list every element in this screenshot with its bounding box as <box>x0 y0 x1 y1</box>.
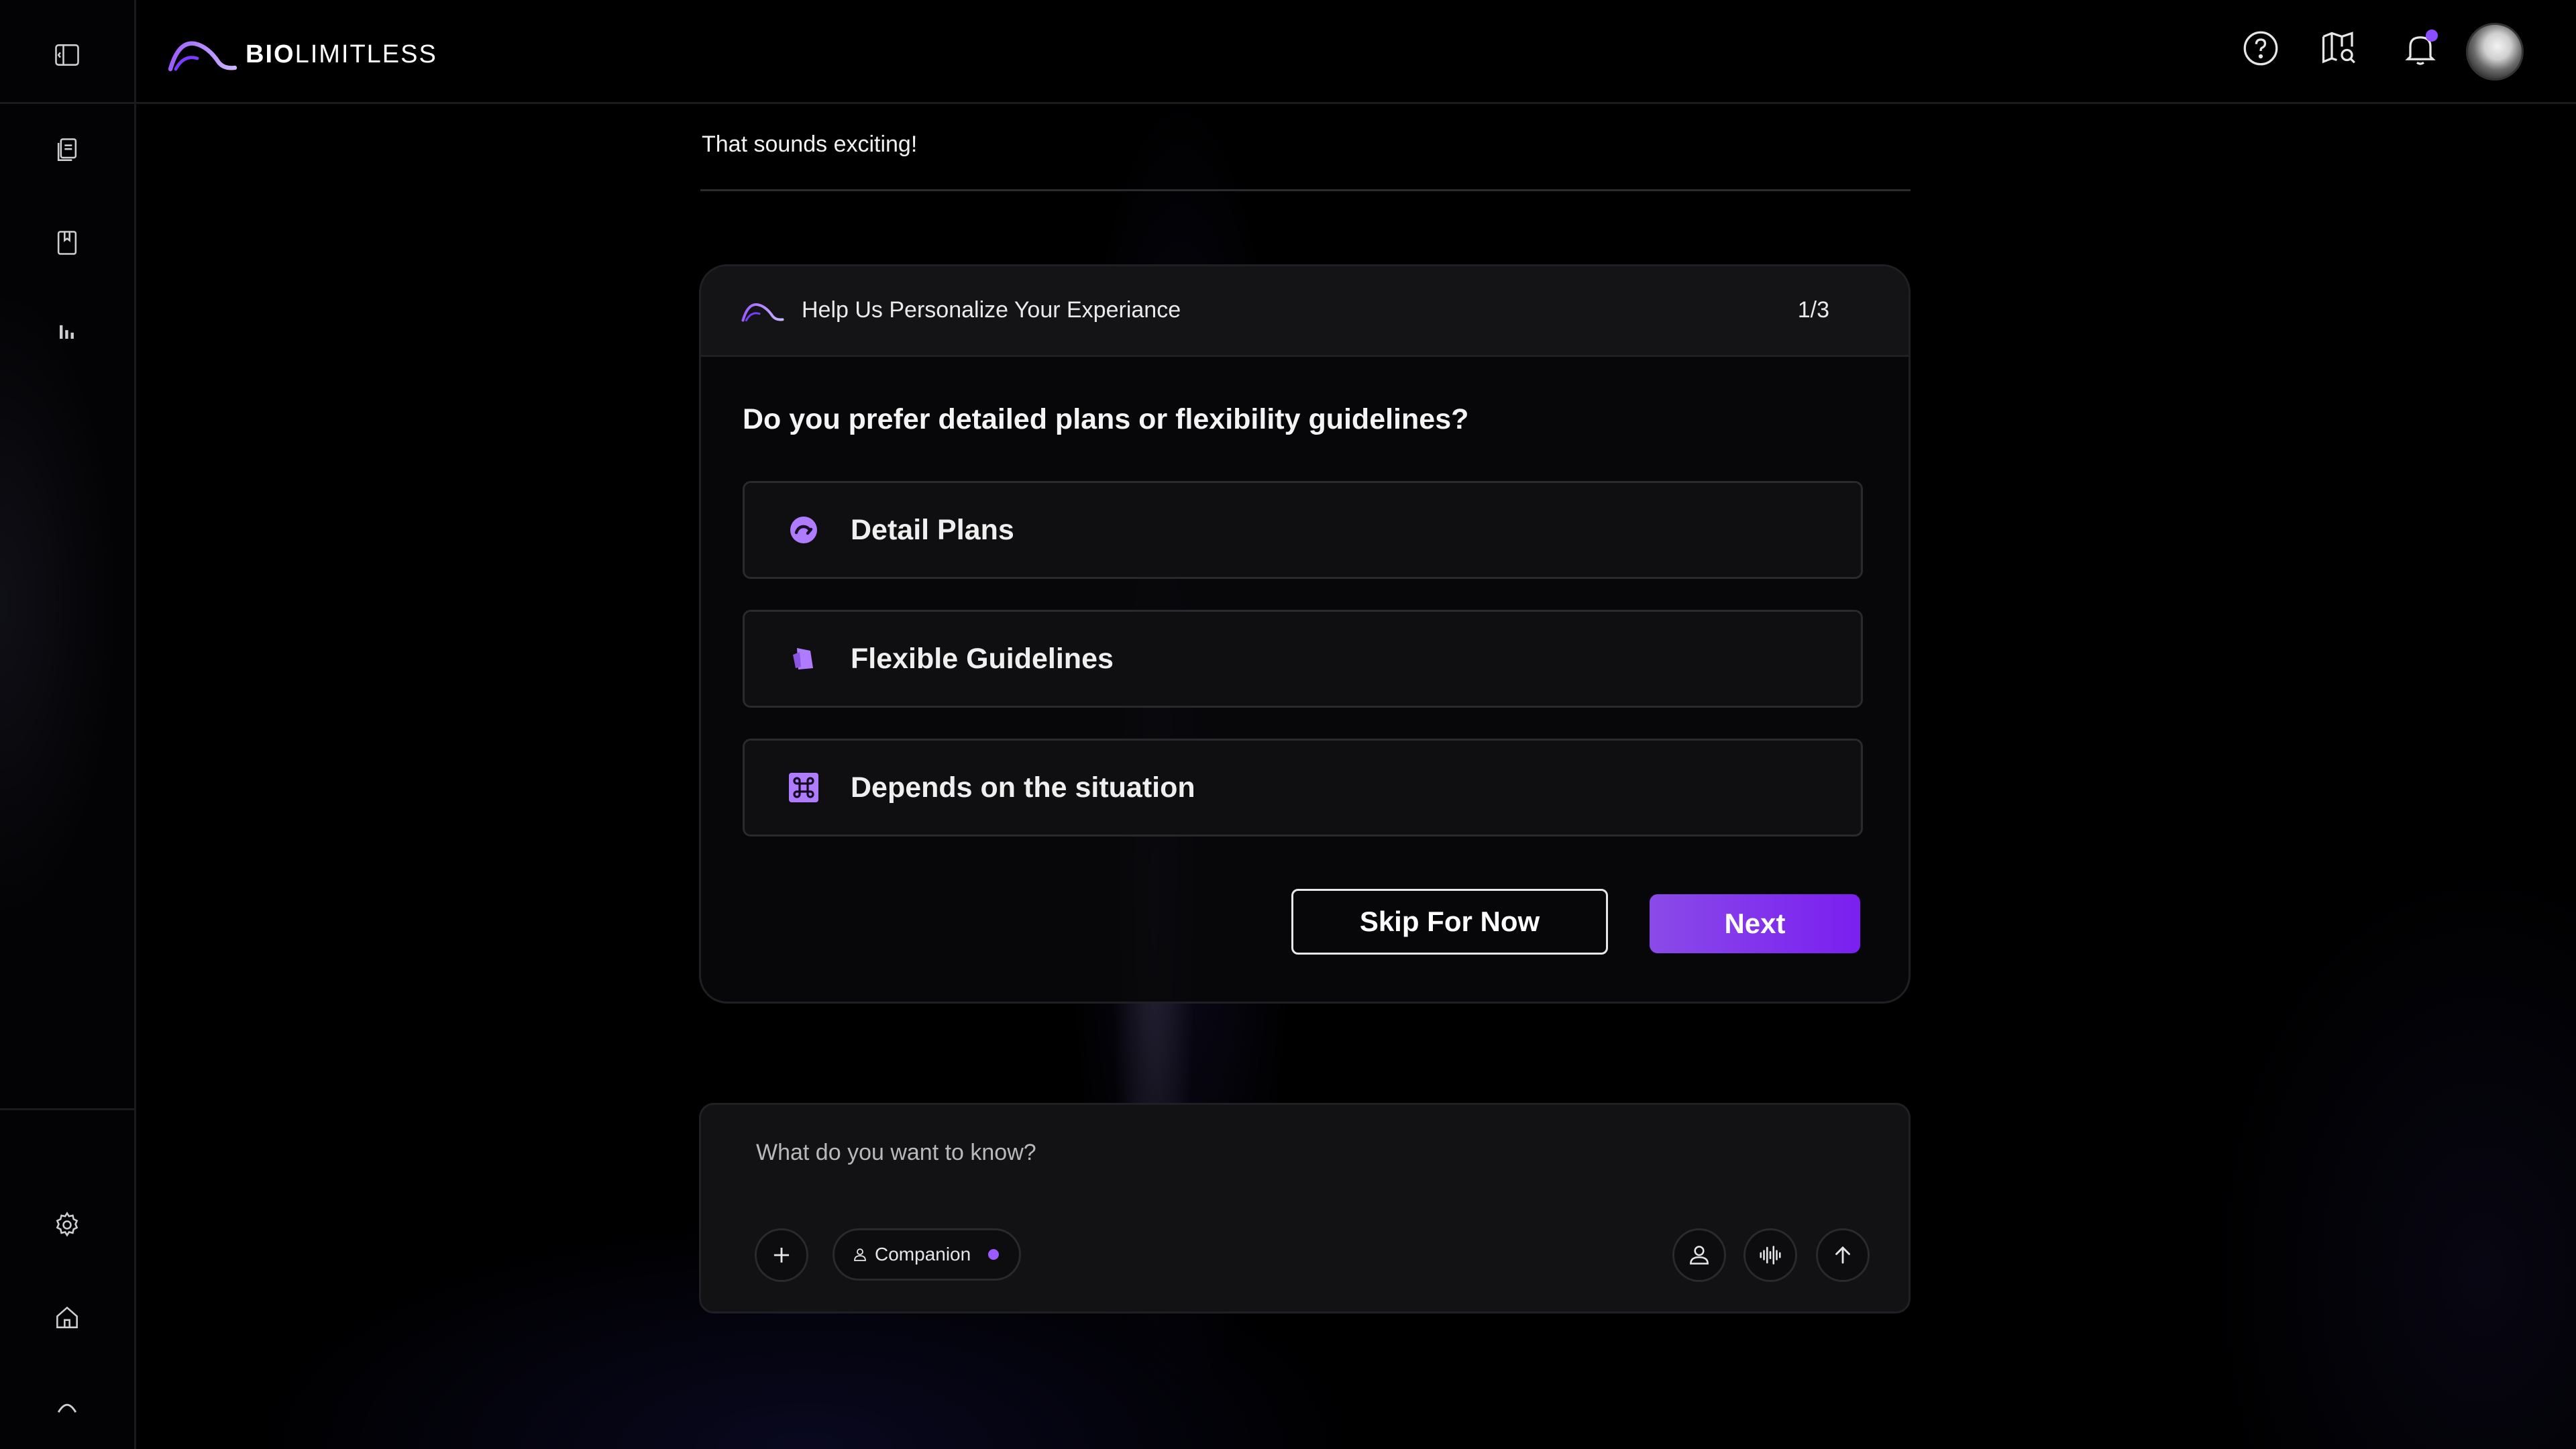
option-label: Depends on the situation <box>851 771 1195 804</box>
personalization-card: Help Us Personalize Your Experiance 1/3 … <box>699 264 1911 1004</box>
card-title: Help Us Personalize Your Experiance <box>802 297 1181 323</box>
brand-name: BIOLIMITLESS <box>246 40 437 68</box>
arc-logo-icon[interactable] <box>48 1387 86 1425</box>
voice-button[interactable] <box>1743 1228 1797 1282</box>
person-icon <box>854 1248 866 1261</box>
previous-message: That sounds exciting! <box>702 131 918 157</box>
plus-icon <box>773 1247 790 1263</box>
chat-input-placeholder[interactable]: What do you want to know? <box>756 1140 1036 1166</box>
profile-button[interactable] <box>1672 1228 1726 1282</box>
message-divider <box>700 189 1911 191</box>
chat-composer[interactable]: What do you want to know? Companion <box>699 1103 1911 1313</box>
option-depends-on-situation[interactable]: Depends on the situation <box>743 739 1863 837</box>
home-icon[interactable] <box>48 1299 86 1336</box>
tag-icon <box>793 648 813 669</box>
option-label: Flexible Guidelines <box>851 643 1114 675</box>
brand-arc-icon <box>741 303 784 322</box>
sidebar <box>0 0 136 1449</box>
companion-mode-chip[interactable]: Companion <box>833 1228 1022 1281</box>
arrow-up-icon <box>1835 1246 1850 1264</box>
notification-dot <box>2426 30 2438 42</box>
option-detail-plans[interactable]: Detail Plans <box>743 481 1863 579</box>
next-button[interactable]: Next <box>1650 894 1860 953</box>
card-header: Help Us Personalize Your Experiance 1/3 <box>701 266 1909 357</box>
gauge-icon <box>790 517 817 543</box>
map-search-icon[interactable] <box>2317 27 2360 70</box>
bell-icon[interactable] <box>2399 27 2442 70</box>
gear-icon[interactable] <box>48 1206 86 1244</box>
add-attachment-button[interactable] <box>755 1228 808 1282</box>
help-icon[interactable] <box>2239 27 2282 70</box>
option-label: Detail Plans <box>851 514 1014 546</box>
option-flexible-guidelines[interactable]: Flexible Guidelines <box>743 610 1863 708</box>
notes-icon[interactable] <box>48 131 86 169</box>
step-indicator: 1/3 <box>1797 297 1829 323</box>
bar-chart-icon[interactable] <box>48 313 86 350</box>
avatar[interactable] <box>2466 23 2524 80</box>
sidebar-divider <box>0 102 134 104</box>
command-icon <box>789 773 818 802</box>
status-dot <box>988 1249 1000 1260</box>
top-bar: BIOLIMITLESS <box>134 0 2576 104</box>
bookmark-icon[interactable] <box>48 224 86 262</box>
waveform-icon <box>1760 1246 1781 1265</box>
sidebar-divider <box>0 1108 134 1110</box>
user-icon <box>1690 1246 1709 1265</box>
brand-arc-icon <box>168 41 237 72</box>
survey-question: Do you prefer detailed plans or flexibil… <box>743 403 1469 435</box>
skip-button[interactable]: Skip For Now <box>1291 889 1608 955</box>
send-button[interactable] <box>1816 1228 1870 1282</box>
sidebar-toggle-icon[interactable] <box>48 36 86 74</box>
chip-label: Companion <box>875 1244 971 1265</box>
brand-logo[interactable]: BIOLIMITLESS <box>168 34 437 75</box>
